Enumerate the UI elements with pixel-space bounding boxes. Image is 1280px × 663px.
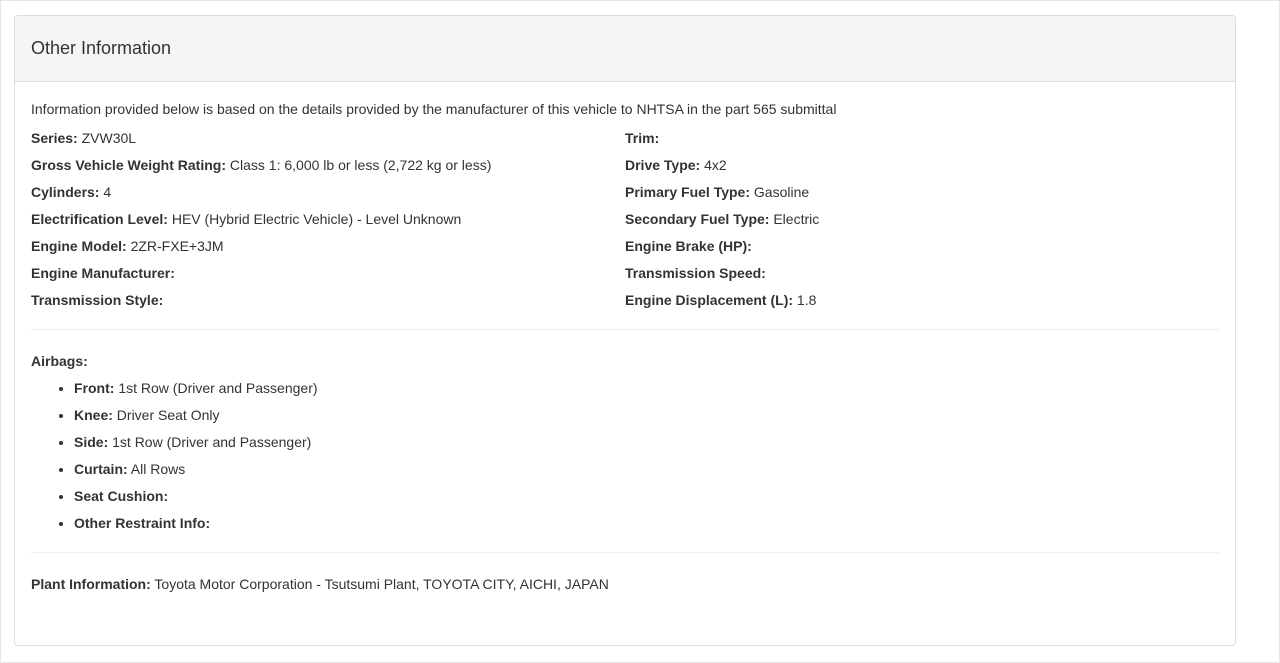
spec-row-drive-type: Drive Type: 4x2 (625, 152, 1219, 179)
spec-label: Secondary Fuel Type: (625, 211, 770, 227)
spec-value: 2ZR-FXE+3JM (130, 238, 224, 254)
spec-label: Trim: (625, 130, 660, 146)
airbag-item-front: Front: 1st Row (Driver and Passenger) (74, 375, 1219, 402)
spec-row-trim: Trim: (625, 125, 1219, 152)
airbag-label: Other Restraint Info: (74, 515, 211, 531)
intro-text: Information provided below is based on t… (31, 101, 837, 117)
spec-label: Gross Vehicle Weight Rating: (31, 157, 227, 173)
spec-column-left: Series: ZVW30L Gross Vehicle Weight Rati… (31, 125, 625, 314)
spec-label: Cylinders: (31, 184, 100, 200)
airbags-section: Airbags: Front: 1st Row (Driver and Pass… (31, 348, 1219, 537)
spec-row-engine-model: Engine Model: 2ZR-FXE+3JM (31, 233, 625, 260)
spec-value: Electric (773, 211, 820, 227)
spec-label: Engine Brake (HP): (625, 238, 752, 254)
spec-row-gvwr: Gross Vehicle Weight Rating: Class 1: 6,… (31, 152, 625, 179)
spec-column-right: Trim: Drive Type: 4x2 Primary Fuel Type:… (625, 125, 1219, 314)
plant-value: Toyota Motor Corporation - Tsutsumi Plan… (154, 576, 609, 592)
spec-row-series: Series: ZVW30L (31, 125, 625, 152)
section-divider (31, 329, 1219, 330)
other-information-panel: Other Information Information provided b… (14, 15, 1236, 646)
spec-row-engine-manufacturer: Engine Manufacturer: (31, 260, 625, 287)
plant-label: Plant Information: (31, 576, 151, 592)
spec-label: Transmission Style: (31, 292, 164, 308)
airbag-label: Seat Cushion: (74, 488, 169, 504)
spec-row-electrification-level: Electrification Level: HEV (Hybrid Elect… (31, 206, 625, 233)
airbag-value: All Rows (130, 461, 186, 477)
airbag-label: Front: (74, 380, 115, 396)
spec-label: Series: (31, 130, 78, 146)
spec-value: Class 1: 6,000 lb or less (2,722 kg or l… (229, 157, 492, 173)
spec-row-secondary-fuel: Secondary Fuel Type: Electric (625, 206, 1219, 233)
spec-row-cylinders: Cylinders: 4 (31, 179, 625, 206)
spec-value: 4 (103, 184, 112, 200)
airbags-heading: Airbags: (31, 353, 88, 369)
spec-row-transmission-speed: Transmission Speed: (625, 260, 1219, 287)
spec-row-engine-displacement: Engine Displacement (L): 1.8 (625, 287, 1219, 314)
spec-row-transmission-style: Transmission Style: (31, 287, 625, 314)
panel-heading: Other Information (15, 16, 1235, 82)
airbag-item-seat-cushion: Seat Cushion: (74, 483, 1219, 510)
spec-label: Drive Type: (625, 157, 701, 173)
panel-title: Other Information (31, 37, 172, 58)
airbag-label: Knee: (74, 407, 113, 423)
airbag-value: Driver Seat Only (116, 407, 220, 423)
spec-value: 4x2 (704, 157, 727, 173)
spec-label: Engine Manufacturer: (31, 265, 175, 281)
spec-label: Primary Fuel Type: (625, 184, 751, 200)
plant-information: Plant Information: Toyota Motor Corporat… (31, 571, 1219, 598)
section-divider (31, 552, 1219, 553)
airbags-list: Front: 1st Row (Driver and Passenger) Kn… (31, 375, 1219, 537)
airbag-item-curtain: Curtain: All Rows (74, 456, 1219, 483)
spec-row-engine-brake: Engine Brake (HP): (625, 233, 1219, 260)
spec-grid: Series: ZVW30L Gross Vehicle Weight Rati… (31, 125, 1219, 314)
spec-value: ZVW30L (81, 130, 137, 146)
airbag-item-side: Side: 1st Row (Driver and Passenger) (74, 429, 1219, 456)
panel-body: Information provided below is based on t… (15, 97, 1235, 598)
airbag-item-other-restraint: Other Restraint Info: (74, 510, 1219, 537)
airbag-value: 1st Row (Driver and Passenger) (118, 380, 318, 396)
spec-row-primary-fuel: Primary Fuel Type: Gasoline (625, 179, 1219, 206)
airbag-item-knee: Knee: Driver Seat Only (74, 402, 1219, 429)
airbag-label: Curtain: (74, 461, 128, 477)
spec-value: HEV (Hybrid Electric Vehicle) - Level Un… (171, 211, 462, 227)
airbag-value: 1st Row (Driver and Passenger) (112, 434, 312, 450)
spec-label: Engine Displacement (L): (625, 292, 794, 308)
spec-label: Engine Model: (31, 238, 127, 254)
spec-label: Transmission Speed: (625, 265, 766, 281)
spec-value: 1.8 (796, 292, 817, 308)
airbag-label: Side: (74, 434, 109, 450)
spec-label: Electrification Level: (31, 211, 168, 227)
spec-value: Gasoline (753, 184, 810, 200)
